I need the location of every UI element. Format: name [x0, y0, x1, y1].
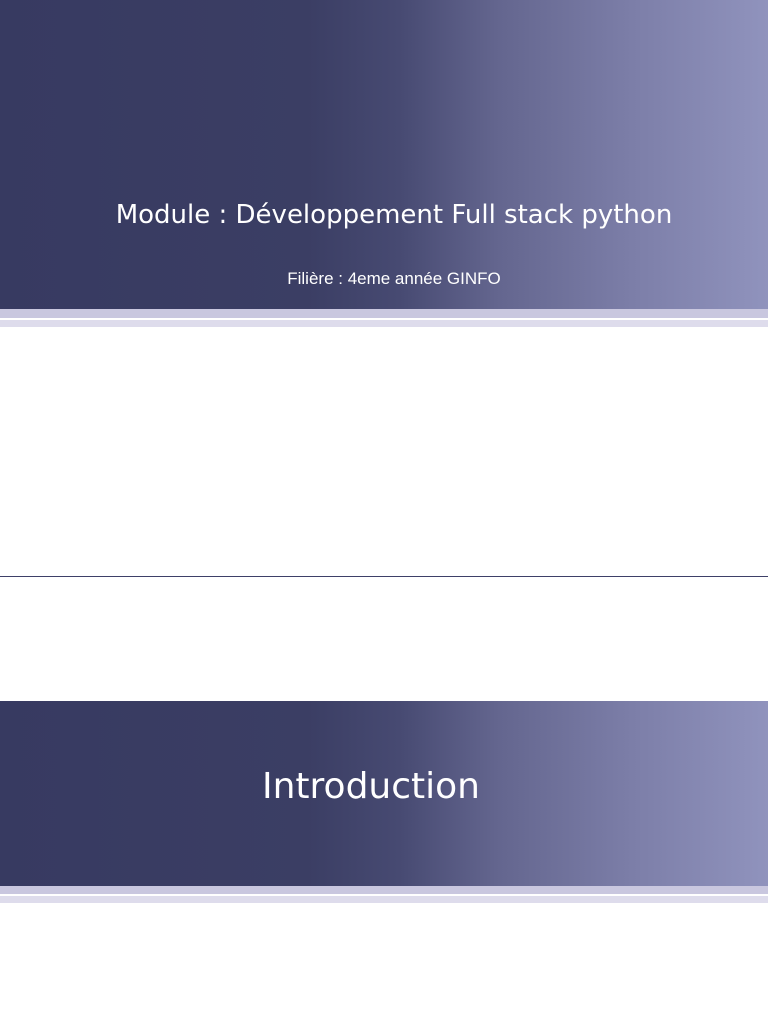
banner-accent-stripe [0, 886, 768, 894]
document-page: Module : Développement Full stack python… [0, 0, 768, 1024]
page-divider [0, 576, 768, 577]
module-title: Module : Développement Full stack python [115, 200, 673, 230]
banner-accent-stripe [0, 896, 768, 903]
title-slide-banner [0, 0, 768, 309]
banner-accent-stripe [0, 320, 768, 327]
banner-accent-stripe [0, 309, 768, 318]
program-subtitle: Filière : 4eme année GINFO [287, 269, 501, 288]
section-title: Introduction [261, 766, 480, 807]
